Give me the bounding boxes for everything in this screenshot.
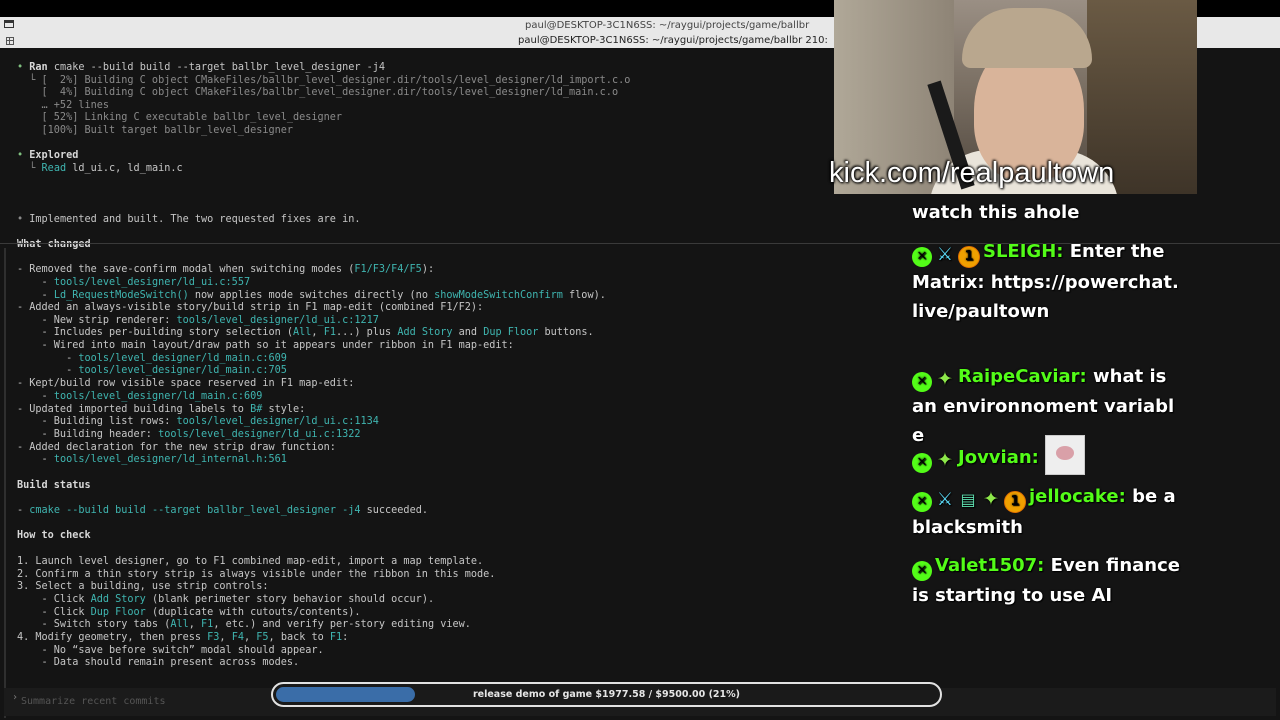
tab-title[interactable]: paul@DESKTOP-3C1N6SS: ~/raygui/projects/…	[518, 35, 828, 46]
terminal-line: - Kept/build row visible space reserved …	[17, 378, 355, 389]
terminal-line: - Includes per-building story selection …	[17, 327, 594, 338]
terminal-line: - Added an always-visible story/build st…	[17, 302, 484, 313]
terminal-line: - Added declaration for the new strip dr…	[17, 442, 336, 453]
subscriber-badge-icon: 1	[1004, 491, 1026, 513]
terminal-line: How to check	[17, 530, 91, 541]
donation-goal-bar: release demo of game $1977.58 / $9500.00…	[271, 682, 942, 707]
chat-message: ✕ Valet1507: Even finance is starting to …	[912, 551, 1180, 610]
terminal-line: └ Read ld_ui.c, ld_main.c	[17, 163, 183, 174]
subscriber-badge-icon: 1	[958, 246, 980, 268]
gift-badge-icon: ▤	[960, 490, 976, 509]
terminal-line: - tools/level_designer/ld_ui.c:557	[17, 277, 251, 288]
kick-badge-icon: ✕	[912, 561, 932, 581]
chat-emote-icon	[1045, 435, 1086, 475]
terminal-line: [ 4%] Building C object CMakeFiles/ballb…	[17, 87, 619, 98]
terminal-line: Build status	[17, 480, 91, 491]
webcam-streamer-cap	[962, 8, 1092, 68]
terminal-line: - Ld_RequestModeSwitch() now applies mod…	[17, 290, 606, 301]
terminal-line: - Click Dup Floor (duplicate with cutout…	[17, 607, 361, 618]
chat-message: ✕ ⚔ ▤ ✦ 1 jellocake: be a blacksmith	[912, 482, 1180, 542]
sword-badge-icon: ⚔	[936, 244, 954, 265]
terminal-line: - cmake --build build --target ballbr_le…	[17, 505, 428, 516]
terminal-line: - tools/level_designer/ld_internal.h:561	[17, 454, 287, 465]
terminal-line: • Ran cmake --build build --target ballb…	[17, 62, 386, 73]
chat-username: Jovvian:	[958, 447, 1039, 468]
terminal-line: • Explored	[17, 150, 79, 161]
kick-badge-icon: ✕	[912, 492, 932, 512]
window-title: paul@DESKTOP-3C1N6SS: ~/raygui/projects/…	[525, 20, 810, 31]
terminal-line: 1. Launch level designer, go to F1 combi…	[17, 556, 484, 567]
chat-message: watch this ahole	[912, 198, 1180, 227]
terminal-line: - Wired into main layout/draw path so it…	[17, 340, 514, 351]
terminal-line: - Building list rows: tools/level_design…	[17, 416, 379, 427]
terminal-line: └ [ 2%] Building C object CMakeFiles/bal…	[17, 75, 631, 86]
terminal-line: … +52 lines	[17, 100, 110, 111]
chat-username: SLEIGH:	[983, 241, 1064, 262]
terminal-line: - New strip renderer: tools/level_design…	[17, 315, 379, 326]
prompt-placeholder[interactable]: Summarize recent commits	[21, 696, 166, 707]
chat-username: jellocake:	[1029, 486, 1126, 507]
terminal-line: - tools/level_designer/ld_main.c:705	[17, 365, 287, 376]
terminal-line: - Updated imported building labels to B#…	[17, 404, 306, 415]
terminal-line: - tools/level_designer/ld_main.c:609	[17, 391, 263, 402]
terminal-line: 2. Confirm a thin story strip is always …	[17, 569, 496, 580]
terminal-line: [100%] Built target ballbr_level_designe…	[17, 125, 294, 136]
response-gutter	[4, 248, 6, 718]
window-menu-icon[interactable]	[4, 20, 14, 28]
chat-text: watch this ahole	[912, 202, 1080, 223]
new-tab-icon[interactable]	[6, 37, 14, 45]
terminal-line: - Removed the save-confirm modal when sw…	[17, 264, 435, 275]
terminal-line: - Switch story tabs (All, F1, etc.) and …	[17, 619, 471, 630]
chat-message: ✕ ✦ Jovvian:	[912, 435, 1180, 475]
terminal-line: - No “save before switch” modal should a…	[17, 645, 324, 656]
terminal-line: 3. Select a building, use strip controls…	[17, 581, 269, 592]
terminal-line: - Building header: tools/level_designer/…	[17, 429, 361, 440]
terminal-line: - Data should remain present across mode…	[17, 657, 300, 668]
chat-username: RaipeCaviar:	[958, 366, 1087, 387]
terminal-line: • Implemented and built. The two request…	[17, 214, 361, 225]
terminal-line: 4. Modify geometry, then press F3, F4, F…	[17, 632, 349, 643]
kick-badge-icon: ✕	[912, 453, 932, 473]
chat-message: ✕ ⚔ 1 SLEIGH: Enter the Matrix: https://pow…	[912, 237, 1180, 326]
goal-label: release demo of game $1977.58 / $9500.00…	[472, 689, 741, 700]
sparkle-badge-icon: ✦	[983, 488, 999, 510]
terminal-line: - tools/level_designer/ld_main.c:609	[17, 353, 287, 364]
stream-url: kick.com/realpaultown	[829, 157, 1115, 189]
terminal-line: - Click Add Story (blank perimeter story…	[17, 594, 435, 605]
chat-username: Valet1507:	[935, 555, 1045, 576]
kick-badge-icon: ✕	[912, 372, 932, 392]
terminal-line: What changed	[17, 239, 91, 250]
sparkle-badge-icon: ✦	[937, 368, 953, 390]
terminal-line: [ 52%] Linking C executable ballbr_level…	[17, 112, 343, 123]
sword-badge-icon: ⚔	[936, 489, 954, 510]
sparkle-badge-icon: ✦	[937, 449, 953, 471]
kick-badge-icon: ✕	[912, 247, 932, 267]
prompt-caret-icon: ›	[12, 692, 19, 703]
